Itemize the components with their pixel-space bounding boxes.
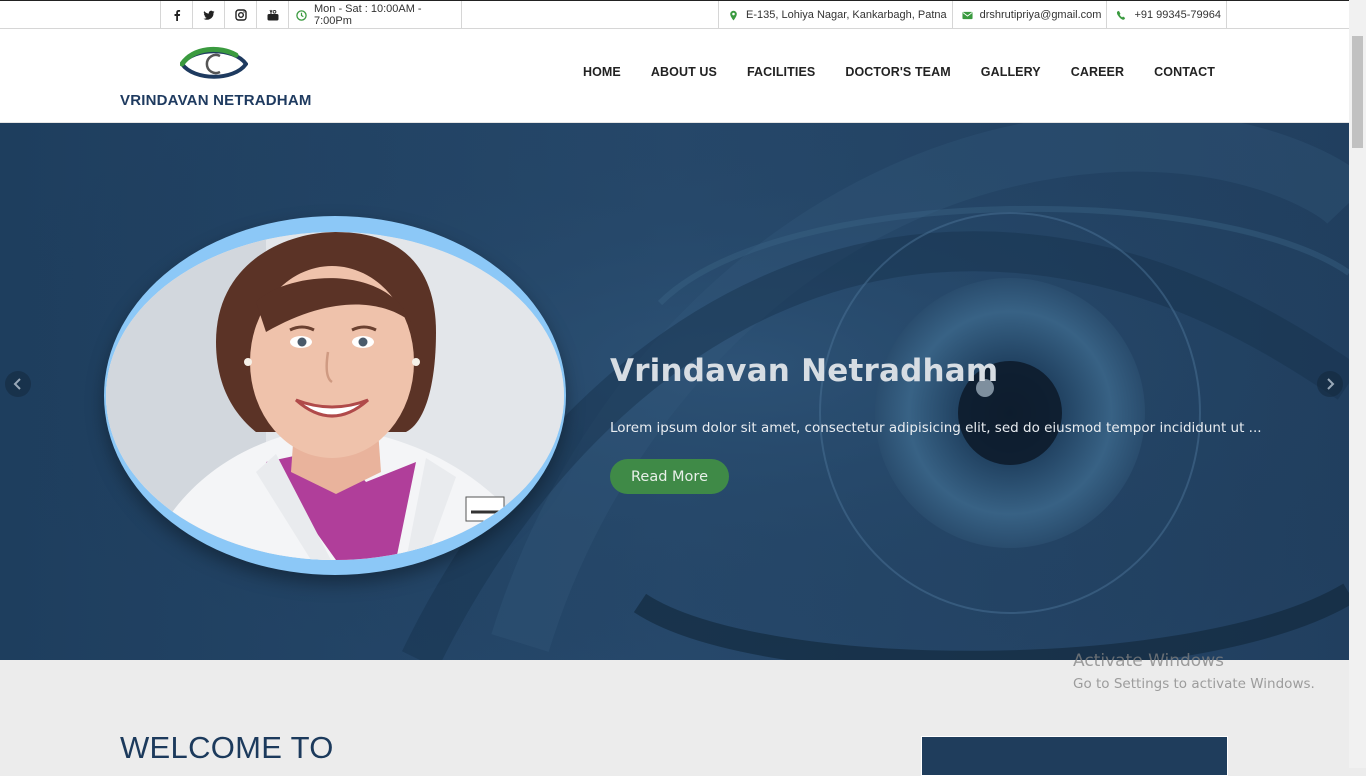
appointment-box: [921, 736, 1228, 776]
logo-text: VRINDAVAN NETRADHAM: [120, 92, 312, 109]
hours-text: Mon - Sat : 10:00AM - 7:00Pm: [314, 3, 422, 27]
address-text: E-135, Lohiya Nagar, Kankarbagh, Patna: [746, 9, 947, 21]
windows-activation-watermark: Activate Windows Go to Settings to activ…: [1073, 651, 1315, 692]
instagram-link[interactable]: [224, 1, 256, 29]
phone-text[interactable]: +91 99345-79964: [1134, 9, 1221, 21]
nav-doctors-team[interactable]: DOCTOR'S TEAM: [845, 65, 950, 79]
nav-facilities[interactable]: FACILITIES: [747, 65, 815, 79]
nav-gallery[interactable]: GALLERY: [981, 65, 1041, 79]
hero-slider: Vrindavan Netradham Lorem ipsum dolor si…: [0, 123, 1349, 660]
phone-item[interactable]: +91 99345-79964: [1106, 1, 1227, 29]
slider-next-button[interactable]: [1317, 371, 1343, 397]
map-marker-icon: [728, 10, 739, 21]
slide-title: Vrindavan Netradham: [610, 353, 999, 389]
doctor-photo-image: [106, 232, 564, 560]
nav-about-us[interactable]: ABOUT US: [651, 65, 717, 79]
chevron-left-icon: [13, 378, 21, 390]
read-more-button[interactable]: Read More: [610, 459, 729, 494]
slide-description: Lorem ipsum dolor sit amet, consectetur …: [610, 420, 1262, 436]
facebook-link[interactable]: [160, 1, 192, 29]
email-item[interactable]: drshrutipriya@gmail.com: [951, 1, 1107, 29]
nav-contact[interactable]: CONTACT: [1154, 65, 1215, 79]
phone-icon: [1116, 10, 1127, 21]
doctor-portrait-frame: [104, 216, 566, 575]
email-text[interactable]: drshrutipriya@gmail.com: [980, 9, 1102, 21]
twitter-link[interactable]: [192, 1, 224, 29]
nav-career[interactable]: CAREER: [1071, 65, 1124, 79]
youtube-link[interactable]: [256, 1, 289, 29]
page-scrollbar[interactable]: [1349, 0, 1366, 768]
doctor-portrait: [106, 232, 564, 560]
chevron-right-icon: [1327, 378, 1335, 390]
envelope-icon: [962, 10, 973, 21]
youtube-icon: [267, 9, 278, 21]
facebook-icon: [174, 10, 180, 21]
nav-home[interactable]: HOME: [583, 65, 621, 79]
scrollbar-thumb[interactable]: [1352, 36, 1363, 148]
watermark-subtitle: Go to Settings to activate Windows.: [1073, 676, 1315, 692]
social-links: [160, 1, 289, 29]
main-nav: HOME ABOUT US FACILITIES DOCTOR'S TEAM G…: [553, 65, 1215, 79]
clock-icon: [296, 9, 307, 21]
watermark-title: Activate Windows: [1073, 651, 1224, 671]
welcome-heading: WELCOME TO: [120, 730, 334, 765]
address-item: E-135, Lohiya Nagar, Kankarbagh, Patna: [718, 1, 952, 29]
instagram-icon: [234, 9, 247, 21]
twitter-icon: [203, 10, 214, 20]
site-header: VRINDAVAN NETRADHAM HOME ABOUT US FACILI…: [0, 29, 1349, 123]
opening-hours: Mon - Sat : 10:00AM - 7:00Pm: [287, 1, 462, 29]
contact-info: E-135, Lohiya Nagar, Kankarbagh, Patna d…: [718, 1, 1227, 29]
top-bar: Mon - Sat : 10:00AM - 7:00Pm E-135, Lohi…: [0, 0, 1349, 29]
slider-prev-button[interactable]: [5, 371, 31, 397]
eye-logo-icon: [180, 46, 248, 79]
